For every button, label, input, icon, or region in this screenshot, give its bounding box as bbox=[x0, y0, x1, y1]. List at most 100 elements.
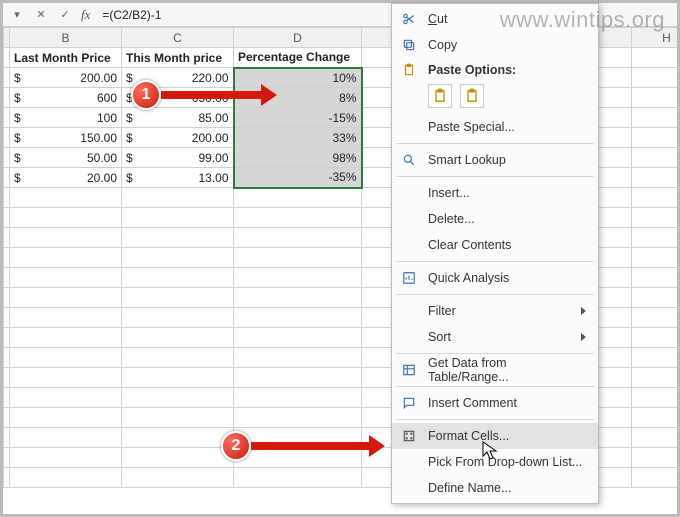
cell[interactable]: This Month price bbox=[122, 48, 234, 68]
cell[interactable]: $85.00 bbox=[122, 108, 234, 128]
cell[interactable] bbox=[234, 268, 362, 288]
cell[interactable] bbox=[234, 208, 362, 228]
cell[interactable]: $200.00 bbox=[122, 128, 234, 148]
cell[interactable] bbox=[632, 468, 678, 488]
menu-copy[interactable]: Copy bbox=[392, 32, 598, 58]
menu-pick-list[interactable]: Pick From Drop-down List... bbox=[392, 449, 598, 475]
cell-selected[interactable]: 98% bbox=[234, 148, 362, 168]
accept-formula-icon[interactable]: ✓ bbox=[57, 7, 73, 23]
cell[interactable] bbox=[234, 468, 362, 488]
cell[interactable] bbox=[234, 448, 362, 468]
cell[interactable] bbox=[10, 448, 122, 468]
cell[interactable] bbox=[234, 248, 362, 268]
cell[interactable]: $650.00 bbox=[122, 88, 234, 108]
cell-selected[interactable]: -35% bbox=[234, 168, 362, 188]
cell[interactable] bbox=[234, 188, 362, 208]
cell[interactable] bbox=[632, 448, 678, 468]
cell[interactable] bbox=[632, 88, 678, 108]
cell[interactable]: $99.00 bbox=[122, 148, 234, 168]
cell[interactable] bbox=[10, 408, 122, 428]
cell[interactable] bbox=[10, 248, 122, 268]
cell-selected[interactable]: 33% bbox=[234, 128, 362, 148]
cell[interactable] bbox=[234, 428, 362, 448]
cell[interactable]: $100 bbox=[10, 108, 122, 128]
col-header-C[interactable]: C bbox=[122, 28, 234, 48]
cell[interactable] bbox=[122, 288, 234, 308]
cell[interactable] bbox=[122, 468, 234, 488]
cell[interactable] bbox=[122, 208, 234, 228]
menu-smart-lookup[interactable]: Smart Lookup bbox=[392, 147, 598, 173]
cell[interactable]: Last Month Price bbox=[10, 48, 122, 68]
menu-filter[interactable]: Filter bbox=[392, 298, 598, 324]
cell-selected[interactable]: -15% bbox=[234, 108, 362, 128]
menu-sort[interactable]: Sort bbox=[392, 324, 598, 350]
cell[interactable] bbox=[10, 288, 122, 308]
paste-option-values[interactable] bbox=[460, 84, 484, 108]
cell[interactable] bbox=[122, 348, 234, 368]
cell[interactable]: $20.00 bbox=[10, 168, 122, 188]
cell[interactable] bbox=[10, 428, 122, 448]
cell[interactable]: $200.00 bbox=[10, 68, 122, 88]
cell[interactable] bbox=[10, 228, 122, 248]
cell[interactable] bbox=[632, 288, 678, 308]
cell[interactable] bbox=[10, 348, 122, 368]
cell[interactable] bbox=[122, 368, 234, 388]
cell[interactable] bbox=[632, 208, 678, 228]
cell[interactable]: $600 bbox=[10, 88, 122, 108]
cell[interactable] bbox=[632, 48, 678, 68]
cell[interactable] bbox=[122, 428, 234, 448]
cell[interactable] bbox=[234, 308, 362, 328]
cell[interactable]: $13.00 bbox=[122, 168, 234, 188]
menu-delete[interactable]: Delete... bbox=[392, 206, 598, 232]
cell[interactable] bbox=[632, 408, 678, 428]
cell[interactable]: $220.00 bbox=[122, 68, 234, 88]
cell[interactable] bbox=[122, 408, 234, 428]
fx-label[interactable]: fx bbox=[81, 7, 90, 23]
cell-selected[interactable]: 8% bbox=[234, 88, 362, 108]
cell[interactable] bbox=[234, 388, 362, 408]
cell[interactable] bbox=[122, 268, 234, 288]
cancel-formula-icon[interactable]: ✕ bbox=[33, 7, 49, 23]
cell[interactable] bbox=[632, 68, 678, 88]
col-header-D[interactable]: D bbox=[234, 28, 362, 48]
cell[interactable] bbox=[632, 268, 678, 288]
formula-dropdown-icon[interactable]: ▾ bbox=[9, 7, 25, 23]
menu-format-cells[interactable]: Format Cells... bbox=[392, 423, 598, 449]
cell[interactable] bbox=[122, 388, 234, 408]
cell[interactable] bbox=[10, 388, 122, 408]
col-header-H[interactable]: H bbox=[632, 28, 678, 48]
cell[interactable] bbox=[632, 228, 678, 248]
cell-selected[interactable]: 10% bbox=[234, 68, 362, 88]
menu-insert-comment[interactable]: Insert Comment bbox=[392, 390, 598, 416]
cell[interactable] bbox=[632, 108, 678, 128]
cell[interactable] bbox=[10, 308, 122, 328]
cell[interactable] bbox=[632, 348, 678, 368]
cell[interactable] bbox=[234, 228, 362, 248]
cell[interactable] bbox=[122, 328, 234, 348]
cell[interactable] bbox=[122, 188, 234, 208]
cell[interactable] bbox=[632, 248, 678, 268]
cell[interactable] bbox=[632, 368, 678, 388]
cell[interactable] bbox=[122, 248, 234, 268]
cell[interactable] bbox=[10, 368, 122, 388]
menu-get-data[interactable]: Get Data from Table/Range... bbox=[392, 357, 598, 383]
col-header-B[interactable]: B bbox=[10, 28, 122, 48]
cell[interactable]: $150.00 bbox=[10, 128, 122, 148]
cell[interactable] bbox=[632, 308, 678, 328]
cell[interactable] bbox=[632, 168, 678, 188]
cell[interactable] bbox=[632, 188, 678, 208]
cell[interactable] bbox=[632, 148, 678, 168]
cell[interactable] bbox=[122, 448, 234, 468]
menu-quick-analysis[interactable]: Quick Analysis bbox=[392, 265, 598, 291]
menu-paste-special[interactable]: Paste Special... bbox=[392, 114, 598, 140]
cell[interactable] bbox=[10, 188, 122, 208]
menu-insert[interactable]: Insert... bbox=[392, 180, 598, 206]
cell[interactable] bbox=[122, 228, 234, 248]
menu-cut[interactable]: Cut bbox=[392, 6, 598, 32]
cell[interactable] bbox=[234, 288, 362, 308]
cell[interactable]: Percentage Change bbox=[234, 48, 362, 68]
cell[interactable] bbox=[234, 328, 362, 348]
cell[interactable] bbox=[234, 368, 362, 388]
cell[interactable] bbox=[632, 428, 678, 448]
cell[interactable] bbox=[10, 268, 122, 288]
